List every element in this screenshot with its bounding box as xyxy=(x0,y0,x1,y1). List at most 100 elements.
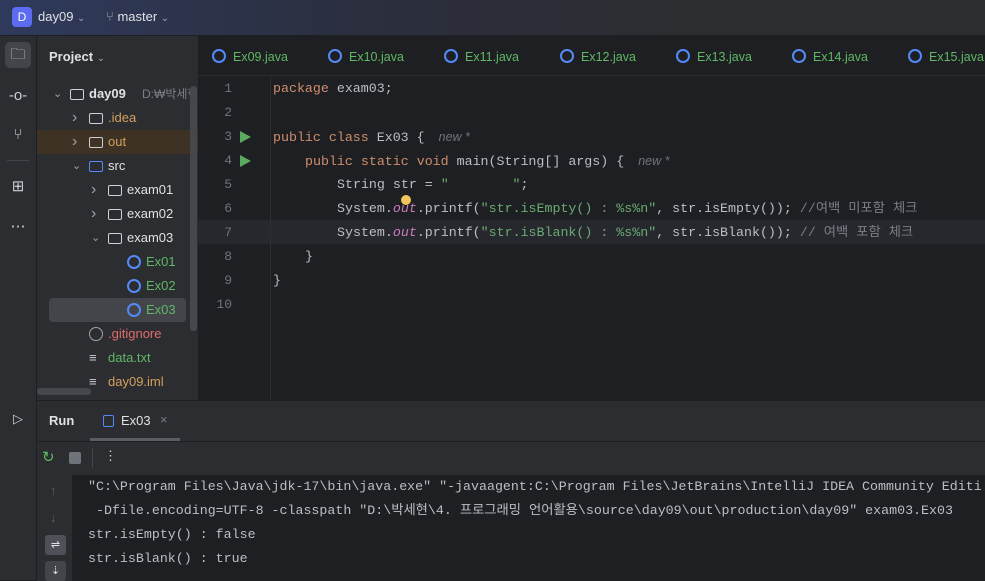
tab-Ex11[interactable]: Ex11.java xyxy=(444,36,519,76)
class-icon xyxy=(560,49,574,63)
tree-item-label: src xyxy=(108,158,126,173)
code-token: System. xyxy=(337,201,393,216)
chevron-down-icon[interactable]: ⌄ xyxy=(91,226,100,250)
chevron-right-icon[interactable]: › xyxy=(72,106,77,130)
code-line[interactable]: public class Ex03 {new * xyxy=(273,125,470,149)
run-tab-ex03[interactable]: Ex03 × xyxy=(90,401,180,441)
tree-horizontal-scrollbar[interactable] xyxy=(37,388,91,395)
tree-item-datatxt[interactable]: ≡ data.txt xyxy=(37,346,198,370)
tab-Ex09[interactable]: Ex09.java xyxy=(212,36,288,76)
code-token: // 여백 포함 체크 xyxy=(799,225,914,240)
chevron-right-icon[interactable]: › xyxy=(91,202,96,226)
code-line[interactable]: System.out.printf("str.isBlank() : %s%n"… xyxy=(337,221,913,245)
line-number: 5 xyxy=(224,177,232,192)
tree-item-gitignore[interactable]: .gitignore xyxy=(37,322,198,346)
tree-item-Ex01[interactable]: Ex01 xyxy=(37,250,198,274)
tab-label: Ex13.java xyxy=(697,50,752,64)
code-line[interactable]: String str = " "; xyxy=(337,173,529,197)
folder-icon xyxy=(108,185,122,196)
code-token: String str = xyxy=(337,177,441,192)
stop-icon[interactable] xyxy=(69,452,81,464)
pull-requests-icon[interactable]: ⑂ xyxy=(5,122,31,148)
project-panel-title[interactable]: Project ⌄ xyxy=(49,49,105,64)
code-token: } xyxy=(273,273,281,288)
code-line[interactable]: } xyxy=(305,245,313,269)
arrow-up-icon[interactable]: ↑ xyxy=(50,483,57,498)
tree-item-day09[interactable]: ⌄ day09 D:₩박세현 xyxy=(37,82,198,106)
console-line: "C:\Program Files\Java\jdk-17\bin\java.e… xyxy=(88,479,982,494)
folder-icon xyxy=(89,137,103,148)
tree-item-exam03[interactable]: ⌄ exam03 xyxy=(37,226,198,250)
console-icon xyxy=(103,415,114,427)
class-icon xyxy=(127,279,141,293)
branch-icon: ⑂ xyxy=(106,9,114,24)
branch-name: master xyxy=(117,9,158,24)
chevron-down-icon[interactable]: ⌄ xyxy=(72,154,81,178)
commit-icon[interactable]: -o- xyxy=(5,83,31,109)
chevron-right-icon[interactable]: › xyxy=(91,178,96,202)
folder-icon xyxy=(108,233,122,244)
project-folder-icon[interactable]: 🗀 xyxy=(5,42,31,68)
rerun-icon[interactable]: ↻ xyxy=(42,448,55,466)
intention-bulb-icon[interactable] xyxy=(401,195,411,205)
code-line[interactable]: package exam03; xyxy=(273,77,393,101)
tab-Ex15[interactable]: Ex15.java xyxy=(908,36,984,76)
code-line[interactable]: public static void main(String[] args) {… xyxy=(305,149,669,173)
run-icon[interactable]: ▷ xyxy=(5,406,31,432)
tab-Ex13[interactable]: Ex13.java xyxy=(676,36,752,76)
tree-scrollbar[interactable] xyxy=(190,86,197,331)
tab-label: Ex14.java xyxy=(813,50,868,64)
tree-item-exam02[interactable]: › exam02 xyxy=(37,202,198,226)
tab-Ex14[interactable]: Ex14.java xyxy=(792,36,868,76)
tree-item-label: data.txt xyxy=(108,350,151,365)
tree-item-idea[interactable]: › .idea xyxy=(37,106,198,130)
chevron-right-icon[interactable]: › xyxy=(72,130,77,154)
more-icon[interactable]: ⋯ xyxy=(5,214,31,240)
scroll-to-end-icon[interactable]: ⇣ xyxy=(45,561,66,581)
line-number: 6 xyxy=(224,201,232,216)
console-output[interactable]: "C:\Program Files\Java\jdk-17\bin\java.e… xyxy=(72,475,985,581)
chevron-down-icon[interactable]: ⌄ xyxy=(53,82,62,106)
code-token: .printf( xyxy=(416,201,481,216)
console-side-toolbar: ↑ ↓ ⇌ ⇣ xyxy=(37,475,72,581)
tree-item-label: day09.iml xyxy=(108,374,164,389)
code-token: package xyxy=(273,81,329,96)
run-tab-label: Ex03 xyxy=(121,413,151,428)
tree-item-Ex02[interactable]: Ex02 xyxy=(37,274,198,298)
line-number: 9 xyxy=(224,273,232,288)
code-line[interactable]: System.out.printf("str.isEmpty() : %s%n"… xyxy=(337,197,917,221)
file-icon: ≡ xyxy=(89,350,97,365)
tab-Ex12[interactable]: Ex12.java xyxy=(560,36,636,76)
tree-item-Ex03[interactable]: Ex03 xyxy=(49,298,186,322)
code-token: public static void xyxy=(305,154,449,169)
close-icon[interactable]: × xyxy=(160,412,168,427)
tab-label: Ex11.java xyxy=(465,50,519,64)
code-token: , str.isEmpty()); xyxy=(656,201,800,216)
run-gutter-icon[interactable] xyxy=(240,155,251,167)
branch-switcher[interactable]: ⑂ master ⌄ xyxy=(106,9,169,24)
structure-icon[interactable]: ⊞ xyxy=(5,174,31,200)
arrow-down-icon[interactable]: ↓ xyxy=(50,510,57,525)
console-line: -Dfile.encoding=UTF-8 -classpath "D:\박세현… xyxy=(88,503,953,518)
project-switcher[interactable]: day09 ⌄ xyxy=(38,9,85,24)
class-icon xyxy=(676,49,690,63)
tree-item-exam01[interactable]: › exam01 xyxy=(37,178,198,202)
code-token: " " xyxy=(440,177,521,192)
code-token: out xyxy=(392,225,417,240)
tree-item-label: exam01 xyxy=(127,182,174,197)
run-panel-title: Run xyxy=(49,413,75,428)
tree-item-out[interactable]: › out xyxy=(37,130,198,154)
ignore-icon xyxy=(89,327,103,341)
line-number: 4 xyxy=(224,153,232,168)
soft-wrap-icon[interactable]: ⇌ xyxy=(45,535,66,555)
tree-item-label: Ex03 xyxy=(146,302,176,317)
code-editor[interactable]: Ex09.java Ex10.java Ex11.java Ex12.java Ex13… xyxy=(198,36,985,400)
more-options-icon[interactable]: ⋮ xyxy=(104,448,117,464)
tool-window-strip: 🗀 -o- ⑂ ⊞ ⋯ ▷ xyxy=(0,36,37,580)
tab-Ex10[interactable]: Ex10.java xyxy=(328,36,404,76)
project-badge: D xyxy=(12,7,32,27)
run-gutter-icon[interactable] xyxy=(240,131,251,143)
code-token: ; xyxy=(520,177,529,192)
code-line[interactable]: } xyxy=(273,269,281,293)
tree-item-src[interactable]: ⌄ src xyxy=(37,154,198,178)
